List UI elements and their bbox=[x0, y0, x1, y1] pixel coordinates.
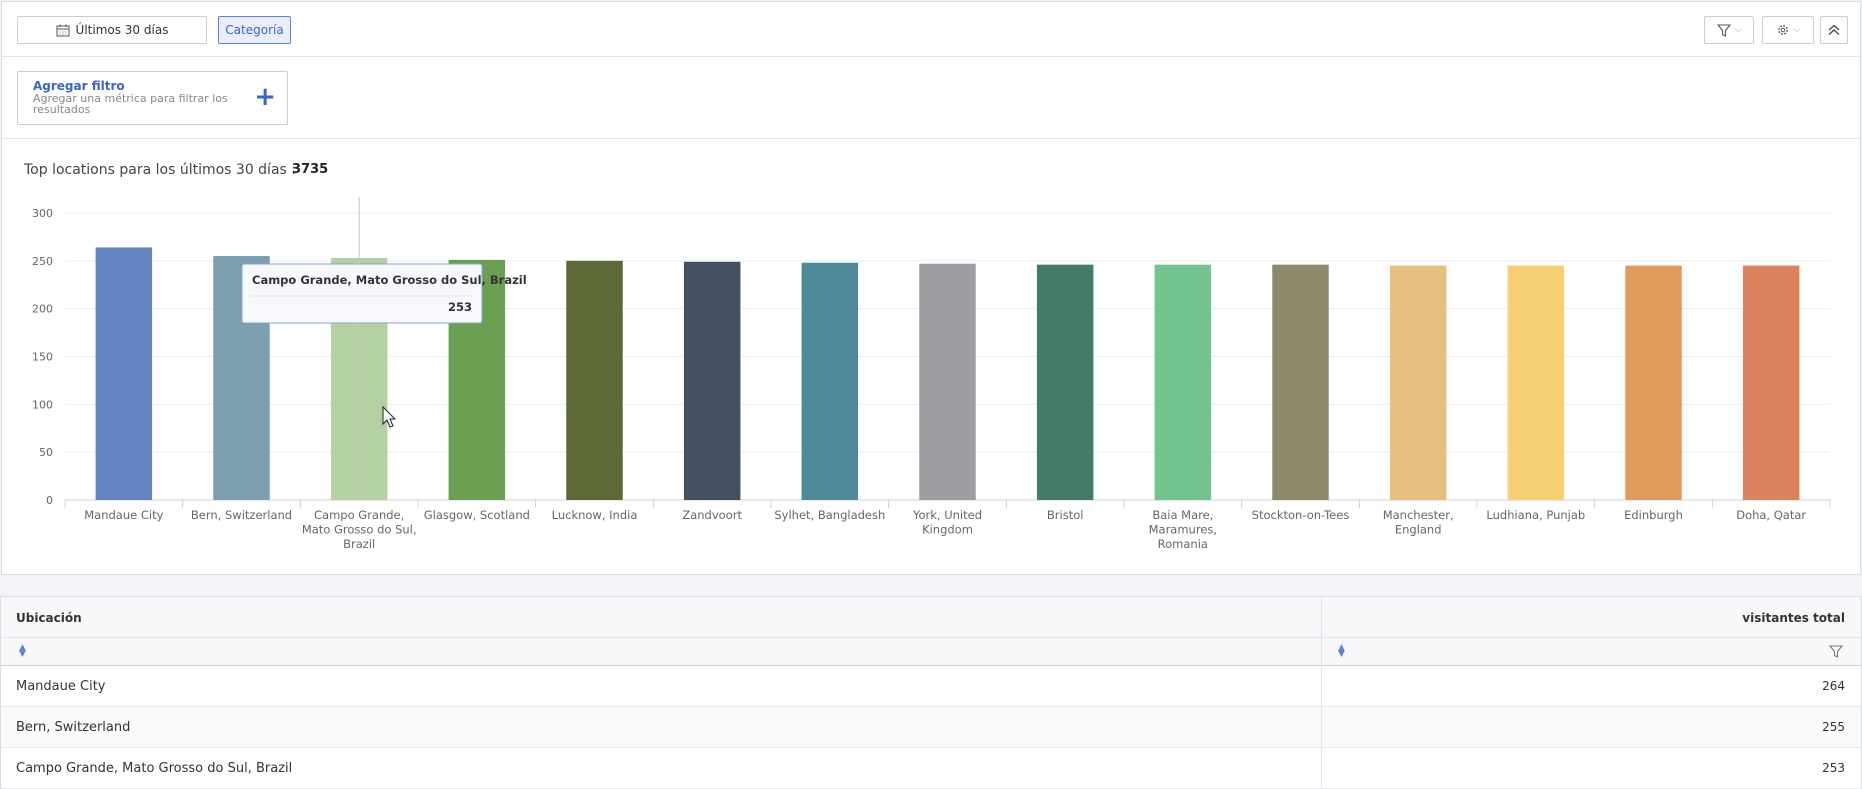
x-tick-label: England bbox=[1395, 523, 1442, 537]
calendar-icon bbox=[56, 24, 70, 36]
chevron-double-up-icon bbox=[1828, 24, 1840, 35]
x-tick-label: Stockton-on-Tees bbox=[1252, 508, 1350, 522]
column-header-visitors[interactable]: visitantes total bbox=[1742, 611, 1845, 625]
chevron-down-icon: ⌵ bbox=[1734, 25, 1742, 35]
table-row[interactable]: Mandaue City 264 bbox=[1, 666, 1861, 707]
x-tick-label: Glasgow, Scotland bbox=[424, 508, 530, 522]
category-button[interactable]: Categoría bbox=[218, 16, 291, 44]
y-tick-label: 250 bbox=[32, 255, 53, 268]
collapse-button[interactable] bbox=[1820, 16, 1848, 44]
bar[interactable] bbox=[1389, 265, 1447, 500]
settings-menu-button[interactable]: ⌵ bbox=[1762, 16, 1814, 44]
table-row[interactable]: Bern, Switzerland 255 bbox=[1, 707, 1861, 748]
report-card: Últimos 30 días Categoría ⌵ ⌵ Agregar fi… bbox=[1, 1, 1861, 575]
cell-visitors: 264 bbox=[1822, 679, 1845, 693]
bar[interactable] bbox=[1507, 265, 1565, 500]
x-tick-label: Edinburgh bbox=[1624, 508, 1683, 522]
sort-icon[interactable]: ▲ ▼ bbox=[1338, 644, 1345, 659]
sort-icon[interactable]: ▲ ▼ bbox=[19, 644, 26, 659]
y-tick-label: 0 bbox=[46, 494, 53, 507]
add-filter-title: Agregar filtro bbox=[33, 79, 125, 93]
y-tick-label: 300 bbox=[32, 207, 53, 220]
table-header: Ubicación visitantes total bbox=[1, 597, 1861, 638]
chevron-down-icon: ⌵ bbox=[1793, 25, 1801, 35]
cell-location: Campo Grande, Mato Grosso do Sul, Brazil bbox=[16, 761, 293, 776]
add-filter-description: Agregar una métrica para filtrar los res… bbox=[33, 92, 228, 116]
bar[interactable] bbox=[683, 261, 741, 500]
y-tick-label: 150 bbox=[32, 351, 53, 364]
bar-chart: 0 50 100 150 200 250 300 Mandaue City Bern, Swit… bbox=[32, 197, 1831, 551]
y-tick-label: 100 bbox=[32, 398, 53, 411]
column-divider bbox=[1321, 597, 1322, 789]
y-tick-label: 50 bbox=[39, 446, 53, 459]
date-range-label: Últimos 30 días bbox=[75, 23, 169, 37]
cell-visitors: 255 bbox=[1822, 720, 1845, 734]
chart-total: 3735 bbox=[292, 162, 329, 177]
x-tick-label: York, United bbox=[912, 508, 982, 522]
bar[interactable] bbox=[95, 247, 153, 500]
x-tick-label: Manchester, bbox=[1383, 508, 1454, 522]
x-tick-label: Brazil bbox=[343, 537, 375, 551]
bar[interactable] bbox=[1272, 264, 1329, 500]
results-table: Ubicación visitantes total ▲ ▼ ▲ ▼ Mandaue… bbox=[0, 596, 1862, 789]
x-tick-label: Bristol bbox=[1047, 508, 1084, 522]
bar[interactable] bbox=[801, 262, 859, 500]
filter-row: Agregar filtro Agregar una métrica para … bbox=[2, 57, 1860, 139]
x-tick-label: Baia Mare, bbox=[1152, 508, 1213, 522]
date-range-button[interactable]: Últimos 30 días bbox=[17, 16, 207, 44]
bar[interactable] bbox=[1625, 265, 1682, 500]
column-header-location[interactable]: Ubicación bbox=[16, 611, 82, 625]
x-tick-label: Ludhiana, Punjab bbox=[1486, 508, 1585, 522]
tooltip-label: Campo Grande, Mato Grosso do Sul, Brazil bbox=[252, 273, 527, 287]
filter-icon[interactable] bbox=[1829, 645, 1843, 658]
x-tick-label: Sylhet, Bangladesh bbox=[774, 508, 885, 522]
bar[interactable] bbox=[919, 263, 976, 500]
table-subheader: ▲ ▼ ▲ ▼ bbox=[1, 638, 1861, 666]
gear-icon bbox=[1777, 25, 1788, 35]
category-label: Categoría bbox=[225, 23, 284, 37]
x-tick-label: Kingdom bbox=[922, 523, 973, 537]
x-tick-label: Romania bbox=[1158, 537, 1208, 551]
filter-icon bbox=[1716, 23, 1731, 37]
add-filter-button[interactable]: Agregar filtro Agregar una métrica para … bbox=[17, 71, 288, 125]
tooltip-value: 253 bbox=[448, 300, 472, 314]
chart-title: Top locations para los últimos 30 días : bbox=[24, 162, 296, 178]
x-tick-label: Campo Grande, bbox=[314, 508, 404, 522]
x-tick-label: Zandvoort bbox=[682, 508, 742, 522]
x-tick-label: Maramures, bbox=[1149, 523, 1217, 537]
report-toolbar: Últimos 30 días Categoría ⌵ ⌵ bbox=[2, 2, 1860, 57]
x-tick-label: Lucknow, India bbox=[552, 508, 638, 522]
filter-menu-button[interactable]: ⌵ bbox=[1704, 16, 1754, 44]
plus-icon: + bbox=[254, 82, 276, 112]
table-row[interactable]: Campo Grande, Mato Grosso do Sul, Brazil… bbox=[1, 748, 1861, 789]
x-tick-label: Doha, Qatar bbox=[1736, 508, 1806, 522]
bar[interactable] bbox=[1154, 264, 1212, 500]
cell-location: Mandaue City bbox=[16, 679, 106, 694]
bar[interactable] bbox=[1036, 264, 1094, 500]
bar[interactable] bbox=[566, 260, 623, 500]
x-tick-label: Mato Grosso do Sul, bbox=[302, 523, 417, 537]
x-tick-label: Mandaue City bbox=[84, 508, 163, 522]
x-tick-label: Bern, Switzerland bbox=[191, 508, 292, 522]
cell-visitors: 253 bbox=[1822, 761, 1845, 775]
bar[interactable] bbox=[1742, 265, 1800, 500]
cell-location: Bern, Switzerland bbox=[16, 720, 131, 735]
y-tick-label: 200 bbox=[32, 303, 53, 316]
